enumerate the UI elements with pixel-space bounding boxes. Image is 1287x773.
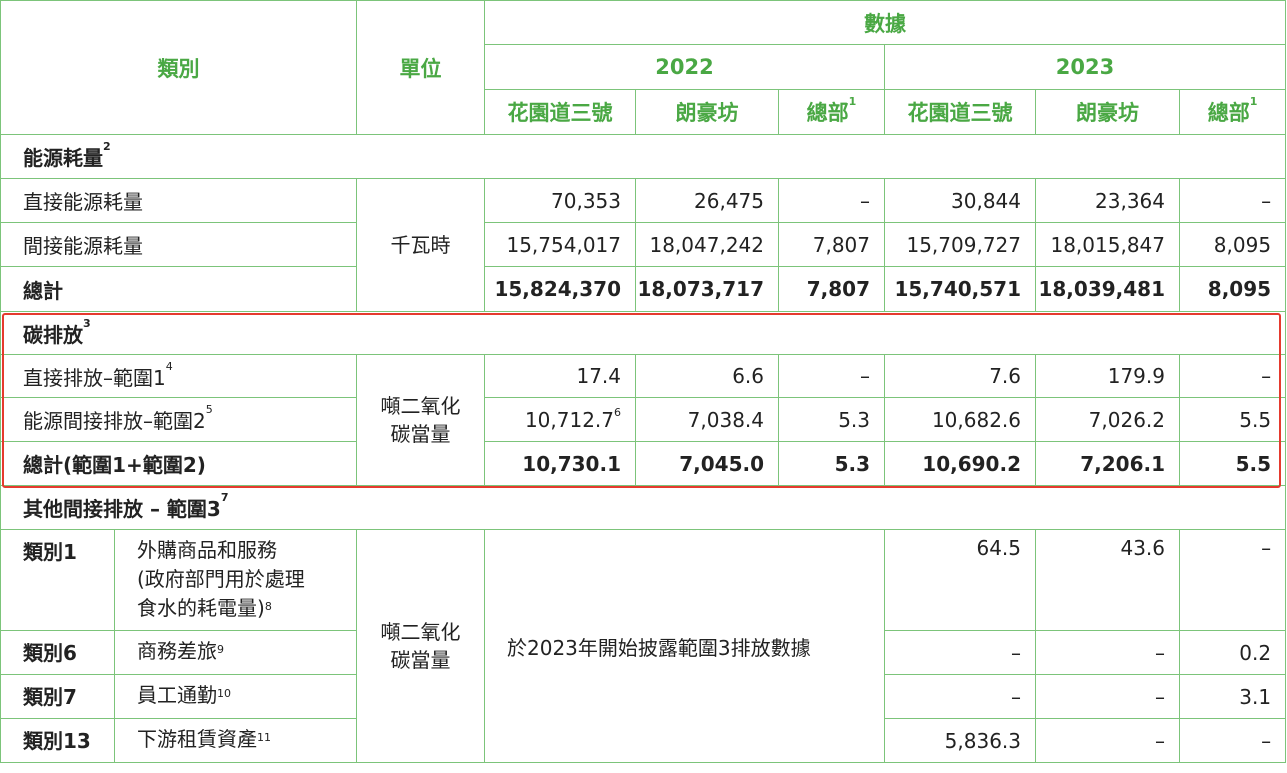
table-row-total: 總計(範圍1+範圍2) 10,730.1 7,045.0 5.3 10,690.… — [0, 441, 1287, 486]
table-row: 能源間接排放–範圍25 10,712.76 7,038.4 5.3 10,682… — [0, 397, 1287, 442]
value-cell: – — [1035, 674, 1180, 719]
value-cell: 7.6 — [884, 354, 1036, 398]
header-site: 總部1 — [1178, 89, 1287, 135]
disclosure-note: 於2023年開始披露範圍3排放數據 — [484, 529, 885, 763]
category-description: 下游租賃資產11 — [114, 718, 357, 763]
value-cell: 8,095 — [1178, 266, 1287, 312]
value-cell: 15,740,571 — [884, 266, 1036, 312]
row-label: 直接能源耗量 — [0, 178, 357, 223]
header-site: 花園道三號 — [884, 89, 1036, 135]
value-cell: – — [1035, 718, 1180, 763]
value-cell: 18,039,481 — [1035, 266, 1180, 312]
value-cell: 7,038.4 — [635, 397, 779, 442]
value-cell: 5.3 — [778, 397, 885, 442]
category-label: 類別6 — [0, 630, 115, 675]
value-cell: 10,682.6 — [884, 397, 1036, 442]
value-cell: 7,807 — [778, 222, 885, 267]
table-row: 直接能源耗量 千瓦時 70,353 26,475 – 30,844 23,364… — [0, 178, 1287, 312]
value-cell: 10,690.2 — [884, 441, 1036, 486]
value-cell: 17.4 — [484, 354, 636, 398]
value-cell: 5.5 — [1178, 397, 1287, 442]
header-unit: 單位 — [356, 0, 485, 135]
header-data: 數據 — [483, 0, 1287, 45]
value-cell: – — [884, 630, 1036, 675]
value-cell: 7,807 — [778, 266, 885, 312]
section-title-energy: 能源耗量2 — [0, 134, 1287, 179]
value-cell: – — [1178, 178, 1287, 223]
value-cell: 10,712.76 — [484, 397, 636, 442]
value-cell: 15,824,370 — [484, 266, 636, 312]
row-label: 總計(範圍1+範圍2) — [0, 441, 357, 486]
category-description: 商務差旅9 — [114, 630, 357, 675]
emissions-table: 類別 單位 數據 2022 2023 花園道三號 朗豪坊 總部1 花園道三號 朗… — [0, 0, 1287, 763]
value-cell: 0.2 — [1178, 630, 1287, 675]
value-cell: 179.9 — [1035, 354, 1180, 398]
value-cell: 70,353 — [484, 178, 636, 223]
value-cell: – — [884, 674, 1036, 719]
value-cell: 30,844 — [884, 178, 1036, 223]
value-cell: – — [1178, 354, 1287, 398]
table-row: 間接能源耗量 15,754,017 18,047,242 7,807 15,70… — [0, 222, 1287, 267]
category-description: 外購商品和服務 (政府部門用於處理 食水的耗電量)8 — [114, 529, 357, 631]
value-cell: 5,836.3 — [884, 718, 1036, 763]
value-cell: 7,045.0 — [635, 441, 779, 486]
value-cell: 18,015,847 — [1035, 222, 1180, 267]
row-label: 能源間接排放–範圍25 — [0, 397, 357, 442]
value-cell: 3.1 — [1178, 674, 1287, 719]
table-row: 直接排放–範圍14 噸二氧化 碳當量 17.4 6.6 – 7.6 179.9 – — [0, 354, 1287, 486]
header-site: 花園道三號 — [484, 89, 636, 135]
category-description: 員工通勤10 — [114, 674, 357, 719]
value-cell: 7,206.1 — [1035, 441, 1180, 486]
value-cell: – — [1178, 529, 1287, 631]
header-category: 類別 — [0, 0, 357, 135]
value-cell: 18,047,242 — [635, 222, 779, 267]
table-row-total: 總計 15,824,370 18,073,717 7,807 15,740,57… — [0, 266, 1287, 312]
row-label: 間接能源耗量 — [0, 222, 357, 267]
row-label: 總計 — [0, 266, 357, 312]
header-site: 朗豪坊 — [635, 89, 779, 135]
category-label: 類別7 — [0, 674, 115, 719]
header-year-2023: 2023 — [883, 44, 1287, 90]
value-cell: 5.3 — [778, 441, 885, 486]
value-cell: – — [778, 178, 885, 223]
value-cell: – — [1178, 718, 1287, 763]
value-cell: 10,730.1 — [484, 441, 636, 486]
unit-cell: 千瓦時 — [356, 178, 485, 312]
category-label: 類別1 — [0, 529, 115, 631]
value-cell: 64.5 — [884, 529, 1036, 631]
value-cell: 5.5 — [1178, 441, 1287, 486]
value-cell: 15,754,017 — [484, 222, 636, 267]
header-year-2022: 2022 — [484, 44, 885, 90]
value-cell: 6.6 — [635, 354, 779, 398]
value-cell: – — [1035, 630, 1180, 675]
unit-cell: 噸二氧化 碳當量 — [356, 529, 485, 763]
section-title-scope3: 其他間接排放 – 範圍37 — [0, 485, 1287, 530]
value-cell: 7,026.2 — [1035, 397, 1180, 442]
value-cell: 26,475 — [635, 178, 779, 223]
section-title-carbon: 碳排放3 — [0, 311, 1287, 355]
header-site: 朗豪坊 — [1035, 89, 1180, 135]
value-cell: 8,095 — [1178, 222, 1287, 267]
unit-cell: 噸二氧化 碳當量 — [356, 354, 485, 486]
header-site: 總部1 — [778, 89, 885, 135]
value-cell: 15,709,727 — [884, 222, 1036, 267]
table-row: 類別1 外購商品和服務 (政府部門用於處理 食水的耗電量)8 噸二氧化 碳當量 於20… — [0, 529, 1287, 763]
value-cell: 18,073,717 — [635, 266, 779, 312]
value-cell: – — [778, 354, 885, 398]
value-cell: 43.6 — [1035, 529, 1180, 631]
value-cell: 23,364 — [1035, 178, 1180, 223]
row-label: 直接排放–範圍14 — [0, 354, 357, 398]
category-label: 類別13 — [0, 718, 115, 763]
